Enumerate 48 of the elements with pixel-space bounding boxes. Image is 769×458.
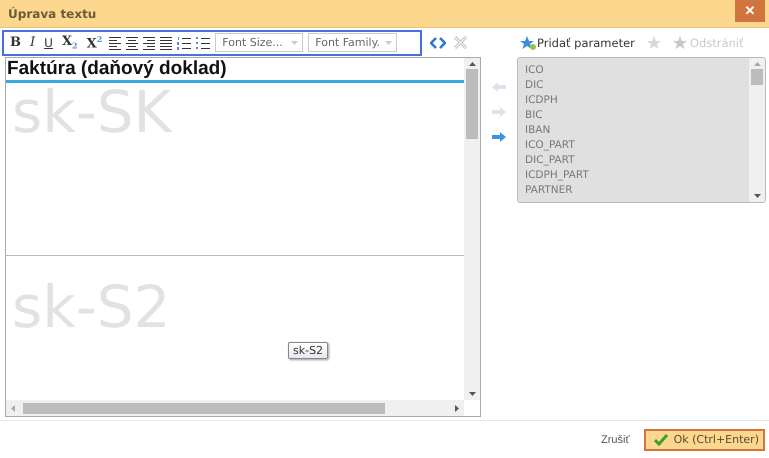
list-item[interactable]: ICDPH_PART bbox=[525, 168, 749, 183]
right-arrow-icon[interactable] bbox=[492, 131, 506, 143]
close-icon[interactable] bbox=[454, 36, 467, 49]
underline-button[interactable]: U bbox=[42, 36, 55, 50]
align-right-icon[interactable] bbox=[143, 34, 156, 50]
cancel-button[interactable]: Zrušiť bbox=[601, 434, 630, 446]
caret-icon bbox=[385, 40, 392, 44]
close-button[interactable]: ✕ bbox=[735, 0, 765, 22]
list-item[interactable]: ICDPH bbox=[525, 93, 749, 108]
italic-button[interactable]: I bbox=[28, 35, 38, 50]
scroll-up-icon[interactable] bbox=[468, 62, 476, 66]
vertical-scrollbar[interactable] bbox=[749, 58, 765, 202]
scroll-thumb[interactable] bbox=[23, 402, 385, 414]
list-item[interactable]: ICO bbox=[525, 63, 749, 78]
align-center-icon[interactable] bbox=[126, 34, 138, 50]
list-item[interactable]: DIC bbox=[525, 78, 749, 93]
align-justify-icon[interactable] bbox=[160, 34, 172, 50]
code-icon[interactable] bbox=[430, 36, 446, 48]
ok-button[interactable]: Ok (Ctrl+Enter) bbox=[644, 428, 765, 450]
horizontal-scrollbar[interactable] bbox=[6, 400, 464, 416]
list-item[interactable]: DIC_PART bbox=[525, 153, 749, 168]
checkmark-icon bbox=[654, 434, 668, 446]
numbered-list-icon[interactable] bbox=[177, 34, 192, 50]
subscript-button[interactable]: X$_{2}$ bbox=[60, 34, 80, 51]
list-item[interactable]: BIC bbox=[525, 108, 749, 123]
bold-button[interactable]: B bbox=[8, 35, 23, 50]
vertical-scrollbar[interactable] bbox=[464, 58, 480, 400]
font-family-dropdown[interactable]: Font Family. bbox=[308, 33, 398, 52]
tooltip: sk-S2 bbox=[288, 342, 328, 359]
scroll-left-icon[interactable] bbox=[11, 404, 15, 412]
list-item[interactable]: IBAN bbox=[525, 123, 749, 138]
bullet-list-icon[interactable] bbox=[196, 34, 210, 50]
scroll-down-icon[interactable] bbox=[754, 194, 760, 198]
scroll-right-icon[interactable] bbox=[455, 404, 459, 412]
scroll-thumb[interactable] bbox=[466, 69, 478, 139]
document-heading: Faktúra (daňový doklad) bbox=[6, 58, 464, 83]
scroll-down-icon[interactable] bbox=[468, 392, 476, 396]
font-size-dropdown[interactable]: Font Size... bbox=[215, 33, 304, 52]
star-plus-icon bbox=[520, 36, 536, 50]
align-left-icon[interactable] bbox=[109, 34, 122, 50]
list-item[interactable]: ICO_PART bbox=[525, 138, 749, 153]
star-minus-icon bbox=[672, 36, 689, 50]
add-parameter-button[interactable]: Pridať parameter bbox=[520, 36, 635, 50]
superscript-button[interactable]: X$^{2}$ bbox=[84, 34, 104, 52]
caret-icon bbox=[291, 40, 298, 44]
list-item[interactable]: PARTNER bbox=[525, 183, 749, 198]
window-title: Úprava textu bbox=[8, 6, 96, 20]
scroll-thumb[interactable] bbox=[751, 69, 763, 85]
